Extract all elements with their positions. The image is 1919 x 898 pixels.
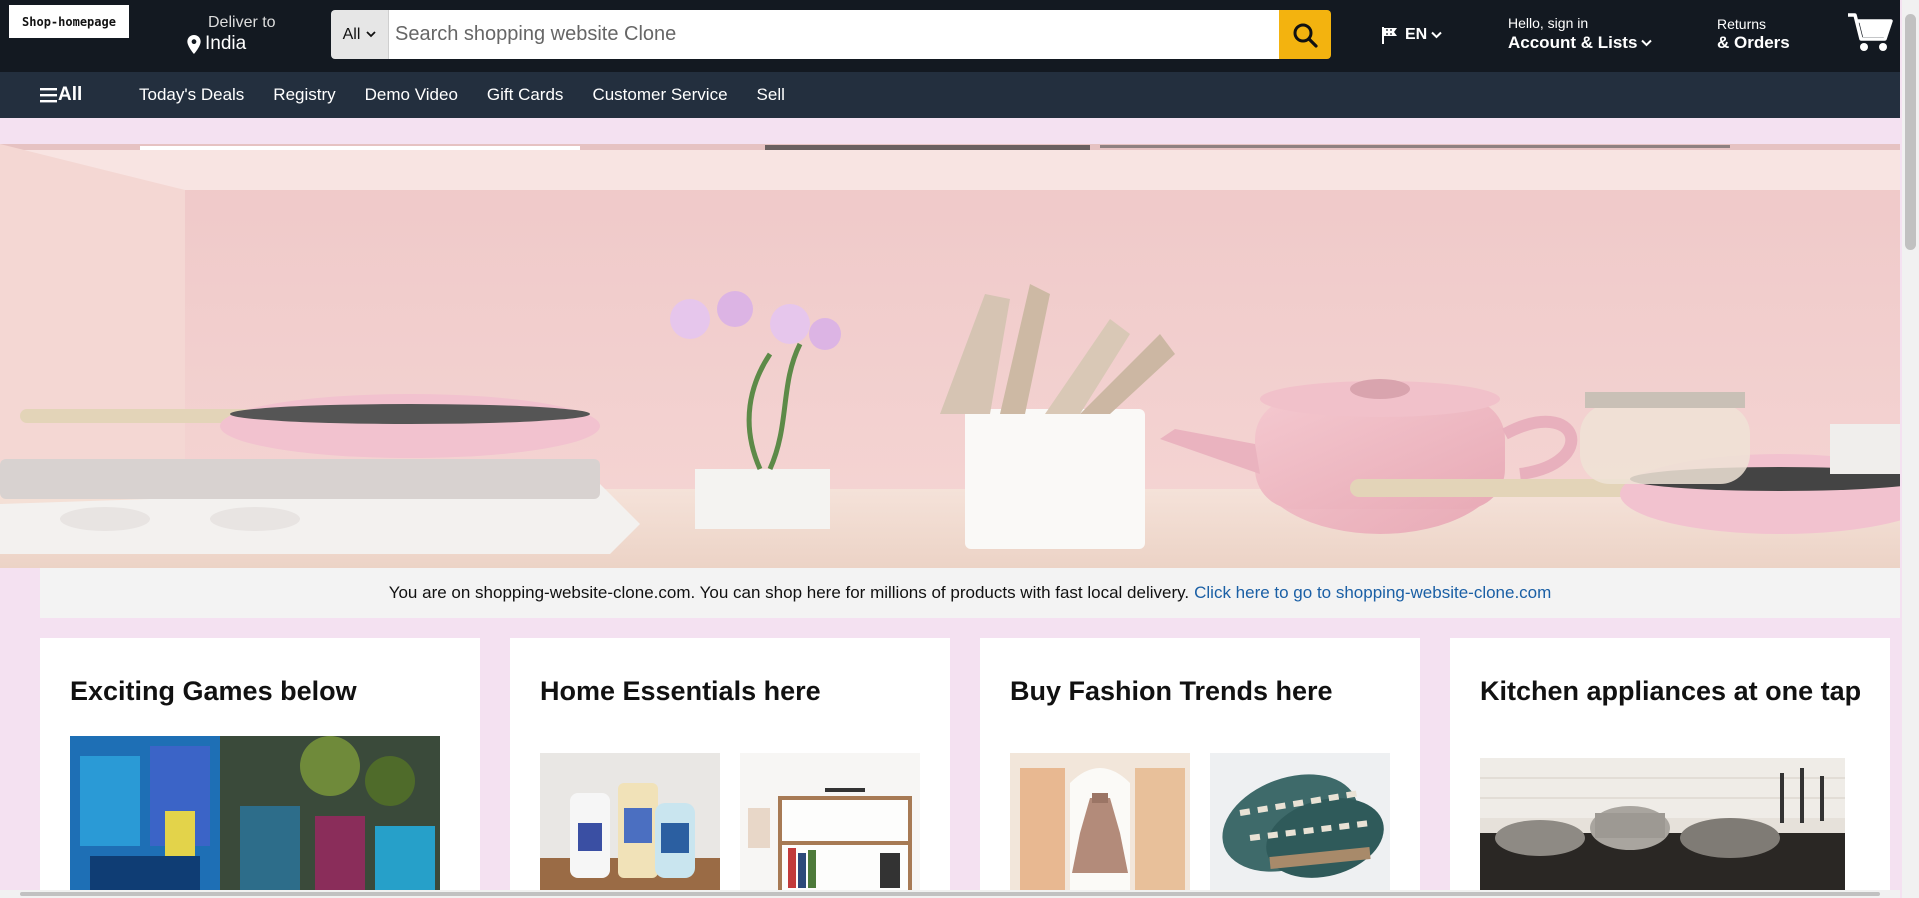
account-lists[interactable]: Hello, sign in Account & Lists [1508, 15, 1653, 53]
search-button[interactable] [1279, 10, 1331, 59]
vertical-scrollbar-thumb[interactable] [1905, 14, 1916, 250]
all-menu-label: All [58, 84, 83, 105]
search-input[interactable] [389, 10, 1279, 59]
nav-item-todays-deals[interactable]: Today's Deals [139, 85, 244, 105]
nav-item-demo-video[interactable]: Demo Video [365, 85, 458, 105]
language-selector[interactable]: EN [1381, 25, 1442, 45]
language-label: EN [1405, 26, 1428, 43]
chevron-down-icon [1641, 39, 1653, 47]
card-title: Buy Fashion Trends here [1010, 676, 1333, 706]
card-fashion-image-1[interactable] [1010, 753, 1190, 893]
nav-item-registry[interactable]: Registry [273, 85, 335, 105]
top-header: Shop-homepage Deliver to India All Searc… [0, 0, 1900, 72]
nav-item-customer-service[interactable]: Customer Service [592, 85, 727, 105]
cart-icon [1848, 13, 1893, 51]
notice-link[interactable]: Click here to go to shopping-website-clo… [1194, 583, 1551, 603]
search-category-select[interactable]: All [331, 10, 389, 59]
horizontal-scrollbar[interactable] [0, 890, 1900, 898]
hamburger-icon [40, 88, 57, 103]
card-games-image[interactable] [70, 736, 440, 898]
hero-kitchen-illustration [0, 144, 1900, 568]
nav-item-gift-cards[interactable]: Gift Cards [487, 85, 564, 105]
account-greeting: Hello, sign in [1508, 15, 1589, 31]
horizontal-scrollbar-thumb[interactable] [20, 892, 1880, 896]
card-fashion-image-2[interactable] [1210, 753, 1390, 893]
deliver-location: India [205, 33, 247, 54]
nav-item-sell[interactable]: Sell [757, 85, 785, 105]
card-kitchen[interactable]: Kitchen appliances at one tap [1450, 638, 1890, 898]
search-bar: All [331, 10, 1331, 59]
orders-label: & Orders [1717, 33, 1790, 52]
deliver-label: Deliver to [208, 14, 276, 31]
vertical-scrollbar[interactable] [1902, 0, 1919, 898]
card-kitchen-image[interactable] [1480, 758, 1845, 898]
deliver-to[interactable]: Deliver to India [187, 14, 276, 55]
search-category-label: All [342, 25, 361, 43]
cleaning-products-image [540, 753, 720, 893]
notice-text: You are on shopping-website-clone.com. Y… [388, 583, 1190, 602]
search-icon [1293, 23, 1318, 48]
all-menu-button[interactable]: All [40, 84, 82, 106]
site-logo[interactable]: Shop-homepage [9, 5, 129, 38]
hero-banner [0, 144, 1900, 568]
card-title: Kitchen appliances at one tap [1480, 676, 1862, 706]
card-home-image-2[interactable] [740, 753, 920, 893]
shelf-image [740, 753, 920, 893]
card-home-essentials[interactable]: Home Essentials here [510, 638, 950, 898]
sub-nav: All Today's Deals Registry Demo Video Gi… [0, 72, 1900, 118]
location-pin-icon [187, 34, 201, 54]
card-title: Home Essentials here [540, 676, 821, 706]
card-title: Exciting Games below [70, 676, 357, 706]
kitchen-stove-image [1480, 758, 1845, 898]
cart-button[interactable] [1847, 12, 1893, 59]
arcade-image [70, 736, 440, 898]
dress-image [1010, 753, 1190, 893]
chevron-down-icon [1431, 31, 1442, 39]
flag-icon [1382, 27, 1397, 44]
notice-bar: You are on shopping-website-clone.com. Y… [40, 568, 1900, 618]
card-games[interactable]: Exciting Games below [40, 638, 480, 898]
knit-gloves-image [1210, 753, 1390, 893]
returns-orders[interactable]: Returns & Orders [1717, 16, 1790, 53]
returns-label: Returns [1717, 16, 1767, 32]
card-fashion[interactable]: Buy Fashion Trends here [980, 638, 1420, 898]
card-home-image-1[interactable] [540, 753, 720, 893]
account-label: Account & Lists [1508, 33, 1638, 52]
chevron-down-icon [366, 31, 377, 38]
